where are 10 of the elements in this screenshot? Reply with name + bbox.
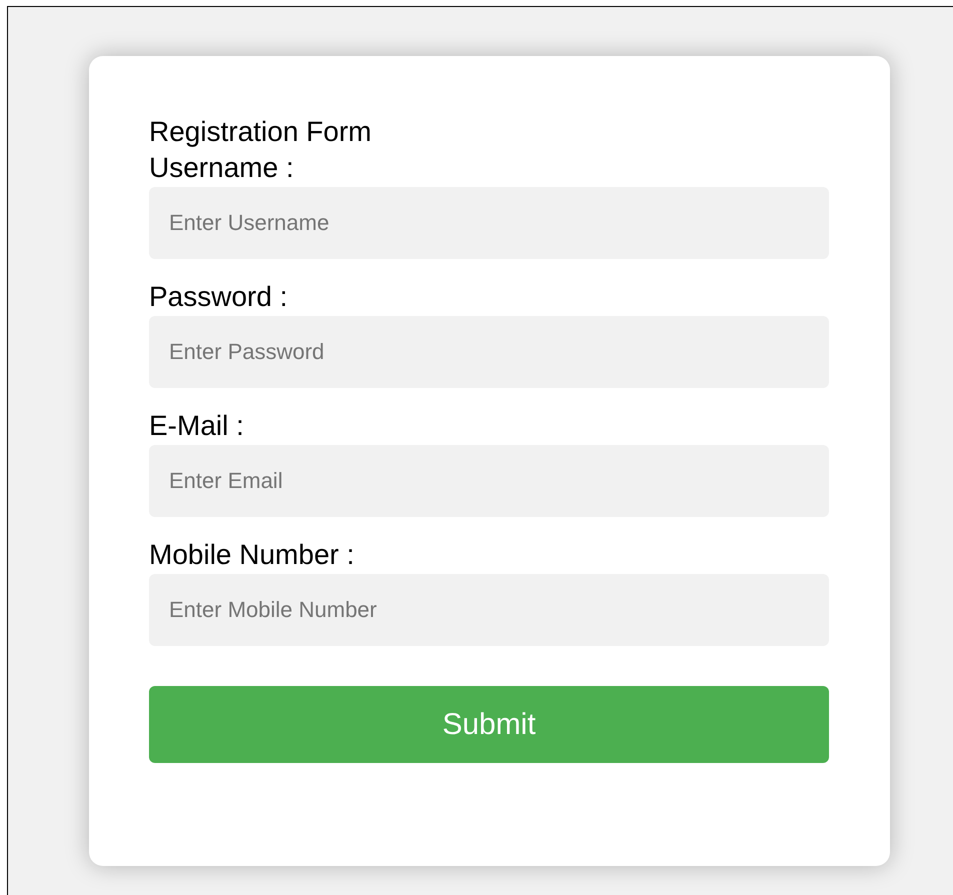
field-label: Mobile Number : <box>149 538 356 572</box>
form-title: Registration Form <box>149 115 373 149</box>
input-field[interactable]: Enter Password <box>149 316 829 388</box>
field-label: Username : <box>149 151 295 185</box>
submit-button[interactable]: Submit <box>149 686 829 763</box>
input-field[interactable]: Enter Email <box>149 445 829 517</box>
input-field[interactable]: Enter Username <box>149 187 829 259</box>
field-label: E-Mail : <box>149 409 245 443</box>
field-label: Password : <box>149 280 288 314</box>
input-field[interactable]: Enter Mobile Number <box>149 574 829 646</box>
